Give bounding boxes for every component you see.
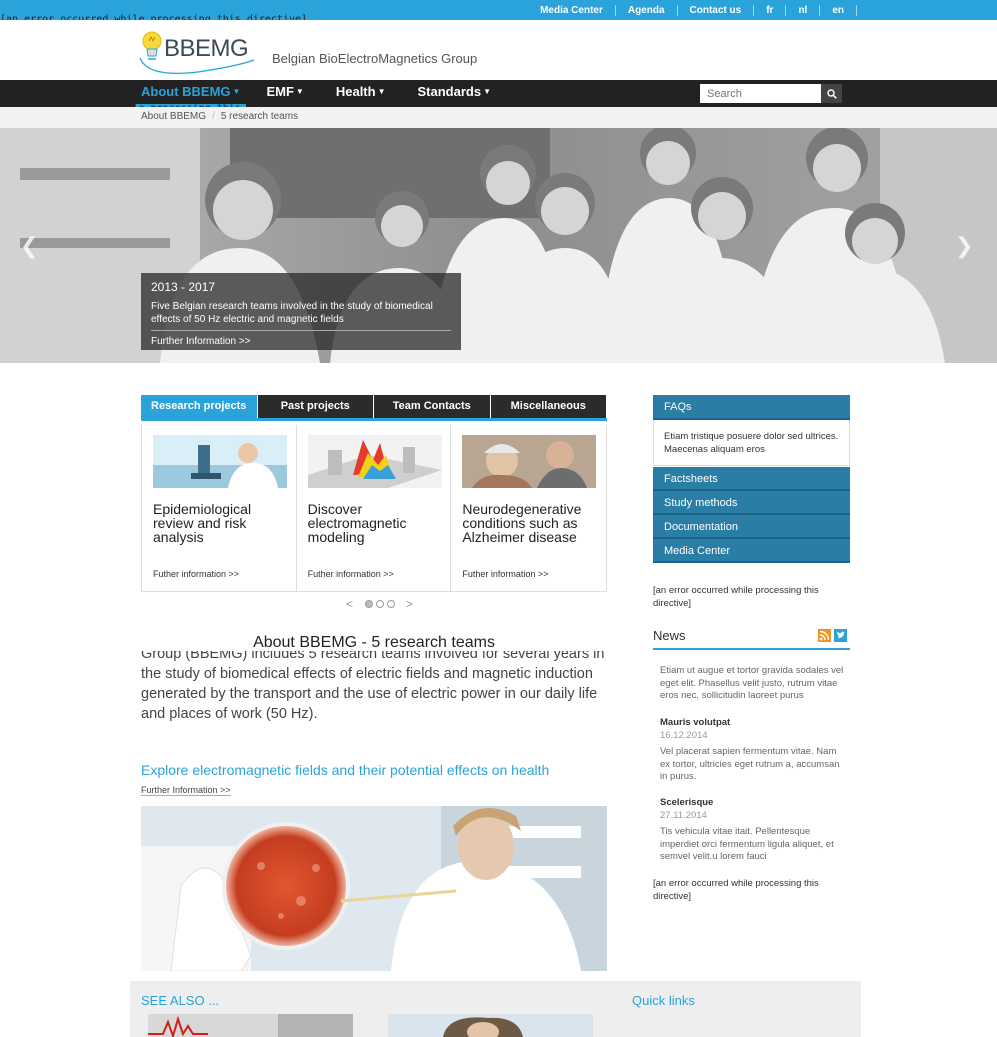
project-card[interactable]: Neurodegenerative conditions such as Alz…	[451, 425, 606, 591]
nav-about-label: About BBEMG	[141, 84, 231, 99]
news-title: News	[653, 628, 686, 643]
hero-further-info-link[interactable]: Further Information >>	[151, 336, 451, 347]
news-item[interactable]: Mauris volutpat 16.12.2014 Vel placerat …	[660, 717, 845, 784]
top-link-agenda[interactable]: Agenda	[616, 4, 678, 16]
site-logo[interactable]: BBEMG	[138, 26, 255, 76]
sidebar-faq-body: Etiam tristique posuere dolor sed ultric…	[653, 420, 850, 466]
pager-dot[interactable]	[386, 600, 395, 608]
see-also-heading: SEE ALSO ...	[141, 993, 220, 1008]
project-tabs: Research projects Past projects Team Con…	[141, 395, 607, 421]
project-card[interactable]: Discover electromagnetic modeling Futher…	[297, 425, 452, 591]
tab-team-contacts[interactable]: Team Contacts	[374, 395, 490, 418]
nav-health-label: Health	[335, 84, 376, 99]
news-text: Tis vehicula vitae itait. Pellentesque i…	[660, 826, 834, 862]
directive-error-news: [an error occurred while processing this…	[653, 878, 819, 902]
search-button[interactable]	[821, 84, 842, 103]
explore-further-info-link[interactable]: Further Information >>	[141, 785, 231, 796]
card-image-model	[307, 435, 442, 488]
search-icon	[826, 88, 837, 99]
top-link-media-center[interactable]: Media Center	[540, 4, 616, 16]
hero-prev-arrow[interactable]: ❮	[20, 233, 38, 259]
lang-nl-link[interactable]: nl	[786, 4, 821, 16]
caret-down-icon: ▼	[295, 87, 304, 96]
see-also-section: SEE ALSO ... Quick links	[130, 981, 861, 1037]
about-text: Group (BBEMG) includes 5 research teams …	[141, 651, 605, 722]
nav-health[interactable]: Health ▼	[336, 80, 402, 107]
breadcrumb-item-current: 5 research teams	[220, 111, 299, 122]
caret-down-icon: ▼	[232, 87, 241, 96]
directive-error-sidebar: [an error occurred while processing this…	[653, 585, 819, 609]
news-item-date: 16.12.2014	[660, 729, 708, 741]
news-item[interactable]: Scelerisque 27.11.2014 Tis vehicula vita…	[660, 797, 845, 864]
hero-carousel: ❮ ❯ 2013 - 2017 Five Belgian research te…	[0, 128, 997, 363]
quick-links-heading: Quick links	[632, 993, 695, 1008]
tab-miscellaneous[interactable]: Miscellaneous	[490, 395, 606, 418]
pager-next-button[interactable]: >	[406, 597, 413, 611]
hero-next-arrow[interactable]: ❯	[955, 233, 973, 259]
top-link-contact[interactable]: Contact us	[678, 4, 755, 16]
explore-heading[interactable]: Explore electromagnetic fields and their…	[141, 762, 549, 778]
see-also-image-1[interactable]	[148, 1014, 353, 1037]
breadcrumb-separator: /	[212, 111, 215, 122]
breadcrumb: About BBEMG / 5 research teams	[0, 107, 997, 128]
caret-down-icon: ▼	[377, 87, 386, 96]
news-item[interactable]: Etiam ut augue et tortor gravida sodales…	[660, 665, 845, 703]
news-text: Vel placerat sapien fermentum vitae. Nam…	[660, 746, 840, 782]
nav-emf-label: EMF	[266, 84, 294, 99]
news-item-date: 27.11.2014	[660, 809, 707, 821]
about-body: Group (BBEMG) includes 5 research teams …	[141, 651, 611, 736]
card-image-microscope	[153, 435, 287, 488]
project-cards: Epidemiological review and risk analysis…	[141, 425, 607, 592]
caret-down-icon: ▼	[483, 87, 491, 96]
card-pager: < >	[336, 597, 423, 611]
twitter-icon[interactable]	[834, 629, 847, 642]
hero-caption: 2013 - 2017 Five Belgian research teams …	[141, 273, 461, 350]
page-title: About BBEMG - 5 research teams	[253, 634, 495, 651]
hero-caption-text: Five Belgian research teams involved in …	[151, 300, 451, 331]
news-header: News	[653, 628, 850, 650]
tab-research-projects[interactable]: Research projects	[141, 395, 257, 418]
rss-icon[interactable]	[818, 629, 831, 642]
card-more-link[interactable]: Futher information >>	[308, 569, 394, 579]
search-input[interactable]	[700, 84, 821, 103]
hero-caption-year: 2013 - 2017	[151, 280, 216, 294]
card-more-link[interactable]: Futher information >>	[462, 569, 548, 579]
site-header: BBEMG Belgian BioElectroMagnetics Group	[0, 20, 997, 80]
sidebar-item-media-center[interactable]: Media Center	[653, 539, 850, 563]
card-title: Epidemiological review and risk analysis	[153, 501, 252, 545]
site-tagline: Belgian BioElectroMagnetics Group	[272, 51, 478, 66]
pager-dot[interactable]	[364, 600, 373, 608]
nav-standards[interactable]: Standards ▼	[418, 80, 508, 107]
card-title: Discover electromagnetic modeling	[307, 501, 407, 545]
sidebar-links: Factsheets Study methods Documentation M…	[653, 467, 850, 563]
pager-dot[interactable]	[375, 600, 384, 608]
breadcrumb-item-about[interactable]: About BBEMG	[141, 111, 206, 122]
project-card[interactable]: Epidemiological review and risk analysis…	[142, 425, 297, 591]
card-more-link[interactable]: Futher information >>	[153, 569, 239, 579]
sidebar-item-factsheets[interactable]: Factsheets	[653, 467, 850, 491]
news-item-title: Mauris volutpat	[660, 717, 731, 728]
news-text: Etiam ut augue et tortor gravida sodales…	[660, 665, 844, 701]
card-title: Neurodegenerative conditions such as Alz…	[462, 501, 582, 545]
pager-prev-button[interactable]: <	[346, 597, 353, 611]
lang-fr-link[interactable]: fr	[754, 4, 787, 16]
news-item-title: Scelerisque	[660, 797, 714, 808]
see-also-image-2[interactable]	[388, 1014, 593, 1037]
lang-en-link[interactable]: en	[820, 4, 857, 16]
sidebar-item-documentation[interactable]: Documentation	[653, 515, 850, 539]
sidebar-item-study-methods[interactable]: Study methods	[653, 491, 850, 515]
top-links: Media Center Agenda Contact us fr nl en	[540, 0, 857, 20]
lab-photo	[141, 806, 607, 971]
card-image-elderly	[462, 435, 597, 488]
tab-past-projects[interactable]: Past projects	[257, 395, 373, 418]
logo-swoosh	[139, 57, 255, 75]
nav-standards-label: Standards	[417, 84, 482, 99]
sidebar-faqs[interactable]: FAQs	[653, 395, 850, 420]
